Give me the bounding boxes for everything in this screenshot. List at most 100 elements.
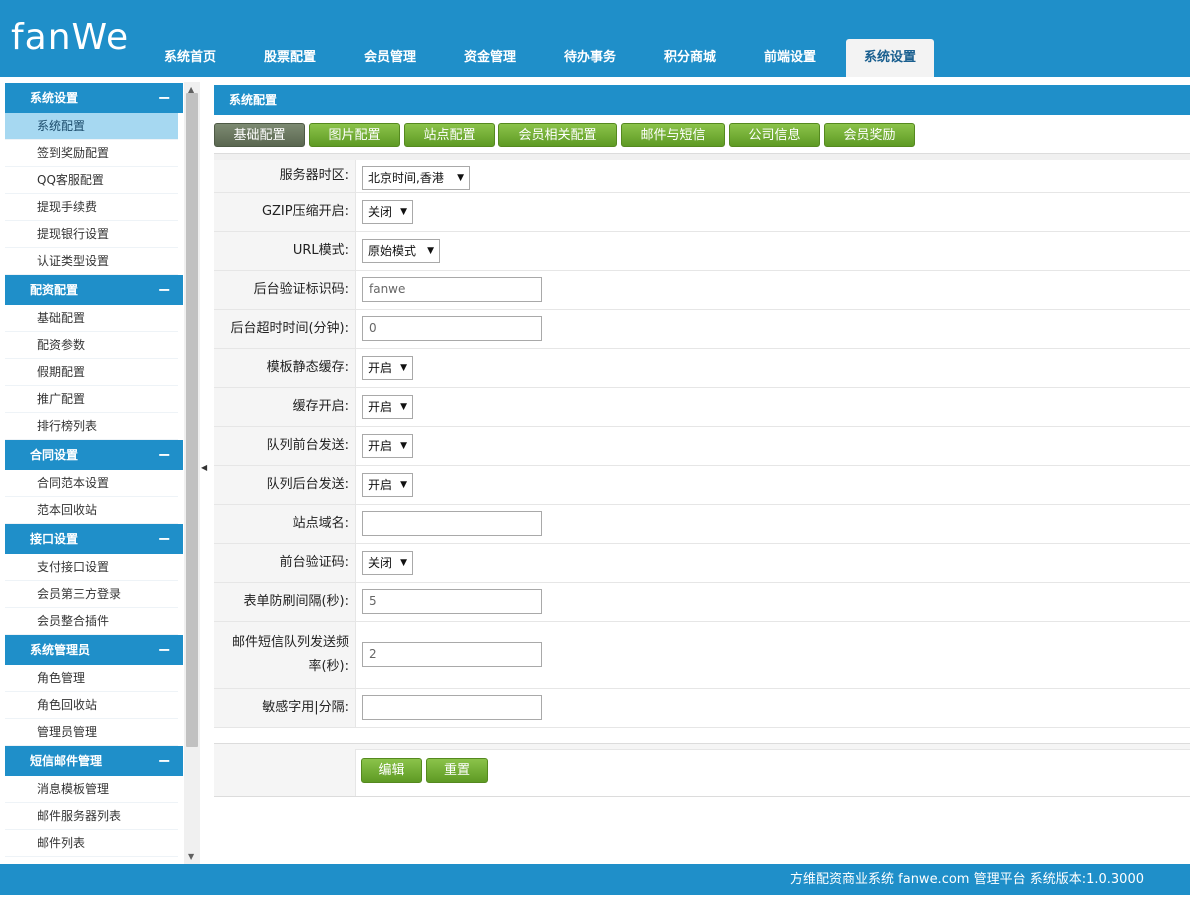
main-content: 系统配置 基础配置 图片配置 站点配置 会员相关配置 邮件与短信 公司信息 会员… xyxy=(206,77,1190,864)
edit-button[interactable]: 编辑 xyxy=(361,758,422,783)
sidebar-scrollbar-thumb[interactable] xyxy=(186,93,198,747)
sidebar-item-admin-management[interactable]: 管理员管理 xyxy=(5,719,178,746)
queue-frequency-input[interactable]: 2 xyxy=(362,642,542,667)
field-value: 0 xyxy=(355,310,1190,348)
field-value: 开启 ▼ xyxy=(355,427,1190,465)
tab-site-config[interactable]: 站点配置 xyxy=(404,123,495,147)
sidebar-item-withdraw-bank[interactable]: 提现银行设置 xyxy=(5,221,178,248)
field-label: 站点域名: xyxy=(292,516,349,531)
nav-tab-points-mall[interactable]: 积分商城 xyxy=(646,39,734,77)
nav-tab-home[interactable]: 系统首页 xyxy=(146,39,234,77)
logo[interactable]: fanWe xyxy=(11,18,129,58)
sidebar-item-mail-list[interactable]: 邮件列表 xyxy=(5,830,178,857)
menu-group-title: 合同设置 xyxy=(30,448,79,462)
nav-tab-stock-config[interactable]: 股票配置 xyxy=(246,39,334,77)
timezone-select[interactable]: 北京时间,香港 ▼ xyxy=(362,166,470,190)
site-domain-input[interactable] xyxy=(362,511,542,536)
menu-group-admin: 系统管理员 − 角色管理 角色回收站 管理员管理 xyxy=(0,635,183,746)
tab-member-rewards[interactable]: 会员奖励 xyxy=(824,123,915,147)
form-row-admin-timeout: 后台超时时间(分钟): 0 xyxy=(214,310,1190,349)
tab-company-info[interactable]: 公司信息 xyxy=(729,123,820,147)
form-row-queue-front: 队列前台发送: 开启 ▼ xyxy=(214,427,1190,466)
menu-group-header[interactable]: 系统设置 − xyxy=(0,83,183,113)
sidebar-item-member-plugin[interactable]: 会员整合插件 xyxy=(5,608,178,635)
nav-tab-frontend-settings[interactable]: 前端设置 xyxy=(746,39,834,77)
menu-group-header[interactable]: 短信邮件管理 − xyxy=(0,746,183,776)
sidebar-item-mail-server-list[interactable]: 邮件服务器列表 xyxy=(5,803,178,830)
menu-group-header[interactable]: 接口设置 − xyxy=(0,524,183,554)
field-value: fanwe xyxy=(355,271,1190,309)
menu-group-header[interactable]: 合同设置 − xyxy=(0,440,183,470)
collapse-icon[interactable]: − xyxy=(158,275,171,305)
url-mode-select[interactable]: 原始模式 ▼ xyxy=(362,239,440,263)
collapse-icon[interactable]: − xyxy=(158,635,171,665)
select-value: 开启 xyxy=(368,478,393,492)
sidebar-item-cert-type[interactable]: 认证类型设置 xyxy=(5,248,178,275)
panel-title: 系统配置 xyxy=(214,85,1190,115)
gzip-select[interactable]: 关闭 ▼ xyxy=(362,200,413,224)
collapse-icon[interactable]: − xyxy=(158,83,171,113)
sidebar-menu: 系统设置 − 系统配置 签到奖励配置 QQ客服配置 提现手续费 提现银行设置 认证… xyxy=(0,83,183,857)
sidebar-item-third-party-login[interactable]: 会员第三方登录 xyxy=(5,581,178,608)
sidebar-item-role-recycle[interactable]: 角色回收站 xyxy=(5,692,178,719)
sensitive-words-input[interactable] xyxy=(362,695,542,720)
sidebar-item-message-template[interactable]: 消息模板管理 xyxy=(5,776,178,803)
sidebar-item-basic-config[interactable]: 基础配置 xyxy=(5,305,178,332)
caret-down-icon: ▼ xyxy=(400,441,407,451)
caret-down-icon: ▼ xyxy=(400,402,407,412)
menu-group-header[interactable]: 系统管理员 − xyxy=(0,635,183,665)
sidebar-item-role-management[interactable]: 角色管理 xyxy=(5,665,178,692)
admin-timeout-input[interactable]: 0 xyxy=(362,316,542,341)
front-captcha-select[interactable]: 关闭 ▼ xyxy=(362,551,413,575)
sidebar-item-qq-service[interactable]: QQ客服配置 xyxy=(5,167,178,194)
queue-front-select[interactable]: 开启 ▼ xyxy=(362,434,413,458)
form-row-front-captcha: 前台验证码: 关闭 ▼ xyxy=(214,544,1190,583)
sidebar-item-template-recycle[interactable]: 范本回收站 xyxy=(5,497,178,524)
reset-button[interactable]: 重置 xyxy=(426,758,488,783)
menu-group-title: 系统设置 xyxy=(30,91,79,105)
sidebar-item-contract-template[interactable]: 合同范本设置 xyxy=(5,470,178,497)
tab-basic-config[interactable]: 基础配置 xyxy=(214,123,305,147)
footer-text: 方维配资商业系统 fanwe.com 管理平台 系统版本:1.0.3000 xyxy=(790,872,1144,887)
menu-group-title: 接口设置 xyxy=(30,532,79,546)
field-value xyxy=(355,505,1190,543)
menu-group-interface-settings: 接口设置 − 支付接口设置 会员第三方登录 会员整合插件 xyxy=(0,524,183,635)
sidebar-item-payment-interface[interactable]: 支付接口设置 xyxy=(5,554,178,581)
sidebar-item-withdraw-fee[interactable]: 提现手续费 xyxy=(5,194,178,221)
field-value: 关闭 ▼ xyxy=(355,544,1190,582)
form-row-timezone: 服务器时区: 北京时间,香港 ▼ xyxy=(214,154,1190,193)
form-row-gzip: GZIP压缩开启: 关闭 ▼ xyxy=(214,193,1190,232)
sidebar-item-promo-config[interactable]: 推广配置 xyxy=(5,386,178,413)
sidebar-item-ranking-list[interactable]: 排行榜列表 xyxy=(5,413,178,440)
form-interval-input[interactable]: 5 xyxy=(362,589,542,614)
logo-text: fanWe xyxy=(11,17,130,58)
admin-code-input[interactable]: fanwe xyxy=(362,277,542,302)
field-label: 后台超时时间(分钟): xyxy=(230,321,349,336)
sidebar-item-holiday-config[interactable]: 假期配置 xyxy=(5,359,178,386)
queue-back-select[interactable]: 开启 ▼ xyxy=(362,473,413,497)
sidebar-item-margin-params[interactable]: 配资参数 xyxy=(5,332,178,359)
scroll-up-arrow-icon[interactable]: ▲ xyxy=(188,85,194,94)
menu-group-header[interactable]: 配资配置 − xyxy=(0,275,183,305)
scroll-down-arrow-icon[interactable]: ▼ xyxy=(188,852,194,861)
collapse-icon[interactable]: − xyxy=(158,524,171,554)
collapse-icon[interactable]: − xyxy=(158,746,171,776)
field-value: 2 xyxy=(355,622,1190,688)
collapse-icon[interactable]: − xyxy=(158,440,171,470)
field-label: 缓存开启: xyxy=(292,399,349,414)
nav-tab-member-management[interactable]: 会员管理 xyxy=(346,39,434,77)
nav-tab-funds-management[interactable]: 资金管理 xyxy=(446,39,534,77)
menu-group-sms-email: 短信邮件管理 − 消息模板管理 邮件服务器列表 邮件列表 xyxy=(0,746,183,857)
sidebar-item-signin-reward[interactable]: 签到奖励配置 xyxy=(5,140,178,167)
menu-group-title: 系统管理员 xyxy=(30,643,91,657)
nav-tab-system-settings[interactable]: 系统设置 xyxy=(846,39,934,77)
sidebar-item-system-config[interactable]: 系统配置 xyxy=(5,113,178,140)
select-value: 关闭 xyxy=(368,556,393,570)
field-label: 表单防刷间隔(秒): xyxy=(243,594,349,609)
cache-select[interactable]: 开启 ▼ xyxy=(362,395,413,419)
tab-member-config[interactable]: 会员相关配置 xyxy=(498,123,617,147)
nav-tab-todo[interactable]: 待办事务 xyxy=(546,39,634,77)
tab-email-sms[interactable]: 邮件与短信 xyxy=(621,123,725,147)
tab-image-config[interactable]: 图片配置 xyxy=(309,123,400,147)
template-cache-select[interactable]: 开启 ▼ xyxy=(362,356,413,380)
